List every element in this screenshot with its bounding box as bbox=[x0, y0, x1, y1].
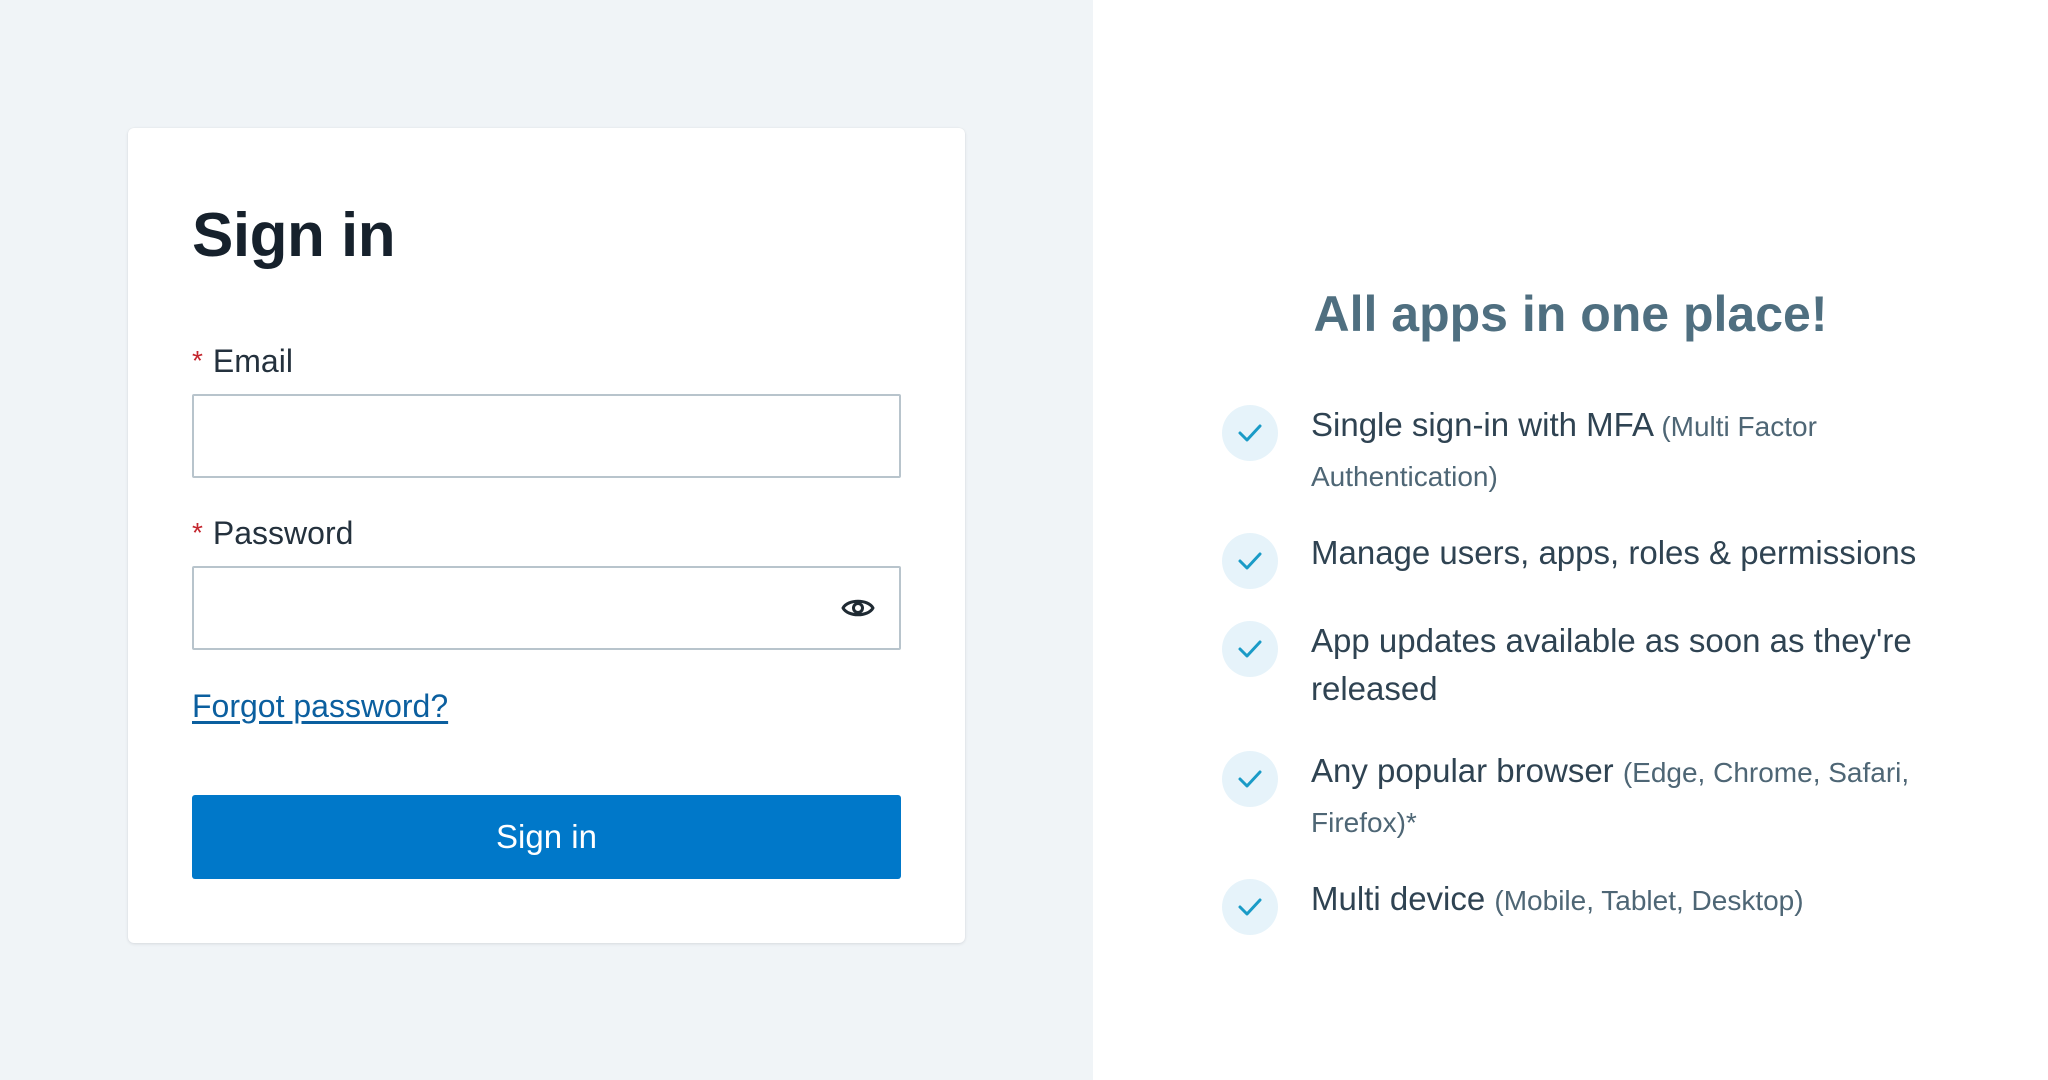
feature-title: Any popular browser bbox=[1311, 752, 1614, 789]
feature-text: Multi device (Mobile, Tablet, Desktop) bbox=[1311, 875, 1931, 925]
password-field[interactable] bbox=[192, 566, 901, 650]
feature-text: Any popular browser (Edge, Chrome, Safar… bbox=[1311, 747, 1931, 847]
check-icon bbox=[1222, 751, 1278, 807]
feature-text: Manage users, apps, roles & permissions bbox=[1311, 529, 1931, 577]
eye-icon[interactable] bbox=[838, 588, 878, 628]
promo-title: All apps in one place! bbox=[1313, 286, 1828, 342]
password-label: * Password bbox=[192, 515, 353, 552]
email-label: * Email bbox=[192, 343, 293, 380]
check-icon bbox=[1222, 621, 1278, 677]
required-marker: * bbox=[192, 345, 203, 376]
forgot-password-link[interactable]: Forgot password? bbox=[192, 688, 448, 725]
sign-in-button[interactable]: Sign in bbox=[192, 795, 901, 879]
email-label-text: Email bbox=[212, 343, 293, 379]
page-title: Sign in bbox=[192, 201, 396, 270]
feature-text: App updates available as soon as they're… bbox=[1311, 617, 1931, 713]
check-icon bbox=[1222, 879, 1278, 935]
check-icon bbox=[1222, 405, 1278, 461]
password-label-text: Password bbox=[212, 515, 354, 551]
email-field[interactable] bbox=[192, 394, 901, 478]
required-marker: * bbox=[192, 517, 203, 548]
feature-title: Single sign-in with MFA bbox=[1311, 406, 1653, 443]
signin-pane: Sign in * Email * Password Forgot password… bbox=[0, 0, 1093, 1080]
check-icon bbox=[1222, 533, 1278, 589]
signin-card: Sign in * Email * Password Forgot password… bbox=[128, 128, 965, 943]
feature-text: Single sign-in with MFA (Multi Factor Au… bbox=[1311, 401, 1931, 501]
feature-title: Multi device bbox=[1311, 880, 1486, 917]
feature-title: App updates available as soon as they're… bbox=[1311, 622, 1912, 707]
feature-title: Manage users, apps, roles & permissions bbox=[1311, 534, 1917, 571]
feature-note: (Mobile, Tablet, Desktop) bbox=[1494, 885, 1804, 916]
